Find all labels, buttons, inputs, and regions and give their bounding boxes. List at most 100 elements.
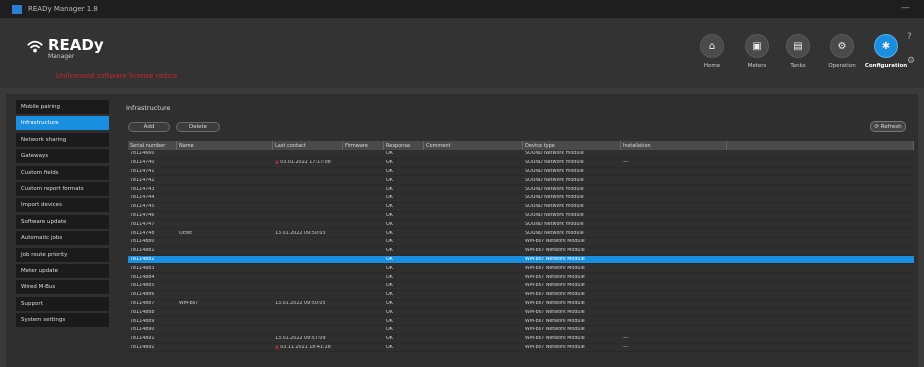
serial-cell-text: 78114885	[130, 283, 155, 289]
table-row[interactable]: 78114740 ▲ 03.01.2022 17:17:08 OK SOUND Net…	[128, 159, 914, 168]
table-row[interactable]: 78114660 OK SOUND Network module	[128, 150, 914, 159]
table-row[interactable]: 78114743 OK SOUND Network module	[128, 185, 914, 194]
serial-cell-text: 78114881	[130, 248, 155, 254]
response-cell-text: OK	[386, 221, 393, 227]
table-row[interactable]: 78114881 OK WM-bs7 Network Module	[128, 247, 914, 256]
response-cell: OK	[384, 275, 424, 280]
device-type-cell-text: WM-bs7 Network Module	[525, 336, 585, 342]
nav-label: Configuration	[864, 63, 908, 69]
table-row[interactable]: 78114747 OK SOUND Network module	[128, 220, 914, 230]
nav-home[interactable]: ⌂ Home	[692, 34, 732, 69]
column-header-extra[interactable]	[727, 141, 914, 150]
serial-cell-text: 78114884	[130, 274, 155, 280]
column-header-last-contact[interactable]: Last contact	[273, 141, 343, 150]
table-row[interactable]: 78114741 OK SOUND Network module	[128, 168, 914, 177]
column-header-response[interactable]: Response	[384, 141, 424, 150]
device-type-cell: WM-bs7 Network Module	[523, 319, 621, 324]
serial-cell: 78114881	[128, 248, 177, 253]
sidebar-item-software-update[interactable]: Software update	[16, 214, 109, 229]
sidebar-item-custom-fields[interactable]: Custom fields	[16, 165, 109, 180]
app-logo: READy Manager	[26, 38, 104, 61]
device-type-cell: WM-bs7 Network Module	[523, 292, 621, 297]
sidebar-item-wired-mbus[interactable]: Wired M-Bus	[16, 280, 109, 295]
table-row[interactable]: 78114892 ▲ 03.11.2021 18:41:28 OK WM-bs7 Ne…	[128, 344, 914, 353]
serial-cell-text: 78114890	[130, 327, 155, 333]
infrastructure-table: Serial number Name Last contact Firmware…	[128, 141, 914, 353]
nav-meters[interactable]: ▣ Meters	[737, 34, 777, 69]
sidebar-item-infrastructure[interactable]: Infrastructure	[16, 116, 109, 131]
serial-cell-text: 78114746	[130, 212, 155, 218]
sidebar-item-mobile-pairing[interactable]: Mobile pairing	[16, 100, 109, 114]
device-type-cell-text: WM-bs7 Network Module	[525, 283, 585, 289]
table-row[interactable]: 78114884 OK WM-bs7 Network Module	[128, 273, 914, 282]
response-cell-text: OK	[386, 160, 393, 166]
table-row[interactable]: 78114745 OK SOUND Network module	[128, 203, 914, 212]
table-row[interactable]: 78114888 OK WM-bs7 Network Module	[128, 308, 914, 318]
table-row[interactable]: 78114886 OK WM-bs7 Network Module	[128, 291, 914, 300]
device-type-cell-text: SOUND Network module	[525, 186, 584, 192]
column-header-serial[interactable]: Serial number	[128, 141, 177, 150]
delete-button[interactable]: Delete	[176, 122, 220, 132]
add-button[interactable]: Add	[128, 122, 170, 132]
sidebar-item-meter-update[interactable]: Meter update	[16, 263, 109, 278]
table-row[interactable]: 78114748 Octet 13.01.2022 09:50:03 OK SOUND …	[128, 229, 914, 238]
serial-cell-text: 78114891	[130, 336, 155, 342]
nav-tanks[interactable]: ▤ Tanks	[778, 34, 818, 69]
response-cell-text: OK	[386, 248, 393, 254]
sidebar-item-gateways[interactable]: Gateways	[16, 149, 109, 164]
sidebar-item-network-sharing[interactable]: Network sharing	[16, 132, 109, 147]
help-icon[interactable]: ?	[907, 32, 912, 42]
table-row[interactable]: 78114891 13.01.2022 09:57:09 OK WM-bs7 Netw…	[128, 335, 914, 344]
serial-cell-text: 78114882	[130, 256, 155, 262]
column-header-device-type[interactable]: Device type	[523, 141, 621, 150]
response-cell-text: OK	[386, 292, 393, 298]
table-row[interactable]: 78114890 OK WM-bs7 Network Module	[128, 326, 914, 335]
serial-cell: 78114742	[128, 178, 177, 183]
column-header-name[interactable]: Name	[177, 141, 273, 150]
response-cell-text: OK	[386, 230, 393, 236]
nav-operation[interactable]: ⚙ Operation	[822, 34, 862, 69]
serial-cell: 78114744	[128, 195, 177, 200]
response-cell: OK	[384, 178, 424, 183]
minimize-button[interactable]: —	[901, 3, 910, 13]
device-type-cell: SOUND Network module	[523, 187, 621, 192]
refresh-button[interactable]: ⟳ Refresh	[870, 121, 906, 132]
device-type-cell: WM-bs7 Network Module	[523, 257, 621, 262]
response-cell: OK	[384, 319, 424, 324]
column-header-installation[interactable]: Installation	[621, 141, 727, 150]
response-cell: OK	[384, 257, 424, 262]
table-row[interactable]: 78114880 OK WM-bs7 Network Module	[128, 238, 914, 247]
sidebar-item-support[interactable]: Support	[16, 296, 109, 311]
column-header-comment[interactable]: Comment	[424, 141, 523, 150]
device-type-cell: WM-bs7 Network Module	[523, 301, 621, 306]
device-type-cell: WM-bs7 Network Module	[523, 248, 621, 253]
device-type-cell-text: WM-bs7 Network Module	[525, 256, 585, 262]
serial-cell: 78114745	[128, 204, 177, 209]
table-row[interactable]: 78114887 WM-bs7 13.01.2022 09:50:05 OK WM-bs…	[128, 300, 914, 309]
table-row[interactable]: 78114882 OK WM-bs7 Network Module	[128, 255, 914, 265]
response-cell-text: OK	[386, 186, 393, 192]
table-row[interactable]: 78114889 OK WM-bs7 Network Module	[128, 317, 914, 326]
table-row[interactable]: 78114885 OK WM-bs7 Network Module	[128, 282, 914, 291]
response-cell: OK	[384, 310, 424, 315]
column-header-firmware[interactable]: Firmware	[343, 141, 384, 150]
device-type-cell-text: SOUND Network module	[525, 151, 584, 157]
sidebar-item-custom-report-formats[interactable]: Custom report formats	[16, 181, 109, 196]
device-type-cell: WM-bs7 Network Module	[523, 283, 621, 288]
table-row[interactable]: 78114883 OK WM-bs7 Network Module	[128, 264, 914, 274]
serial-cell-text: 78114741	[130, 168, 155, 174]
table-row[interactable]: 78114742 OK SOUND Network module	[128, 176, 914, 186]
table-row[interactable]: 78114746 OK SOUND Network module	[128, 212, 914, 221]
installation-cell-text: —	[623, 344, 628, 350]
sidebar-item-system-settings[interactable]: System settings	[16, 313, 109, 328]
sidebar-item-import-devices[interactable]: Import devices	[16, 198, 109, 213]
response-cell-text: OK	[386, 300, 393, 306]
settings-icon[interactable]: ⚙	[907, 56, 915, 66]
last-contact-cell-text: 13.01.2022 09:50:03	[275, 230, 326, 236]
sidebar-item-job-route-priority[interactable]: Job route priority	[16, 247, 109, 262]
table-row[interactable]: 78114744 OK SOUND Network module	[128, 194, 914, 203]
device-type-cell: WM-bs7 Network Module	[523, 336, 621, 341]
nav-configuration[interactable]: ✱ Configuration	[864, 34, 908, 69]
serial-cell-text: 78114883	[130, 265, 155, 271]
sidebar-item-automatic-jobs[interactable]: Automatic jobs	[16, 231, 109, 246]
